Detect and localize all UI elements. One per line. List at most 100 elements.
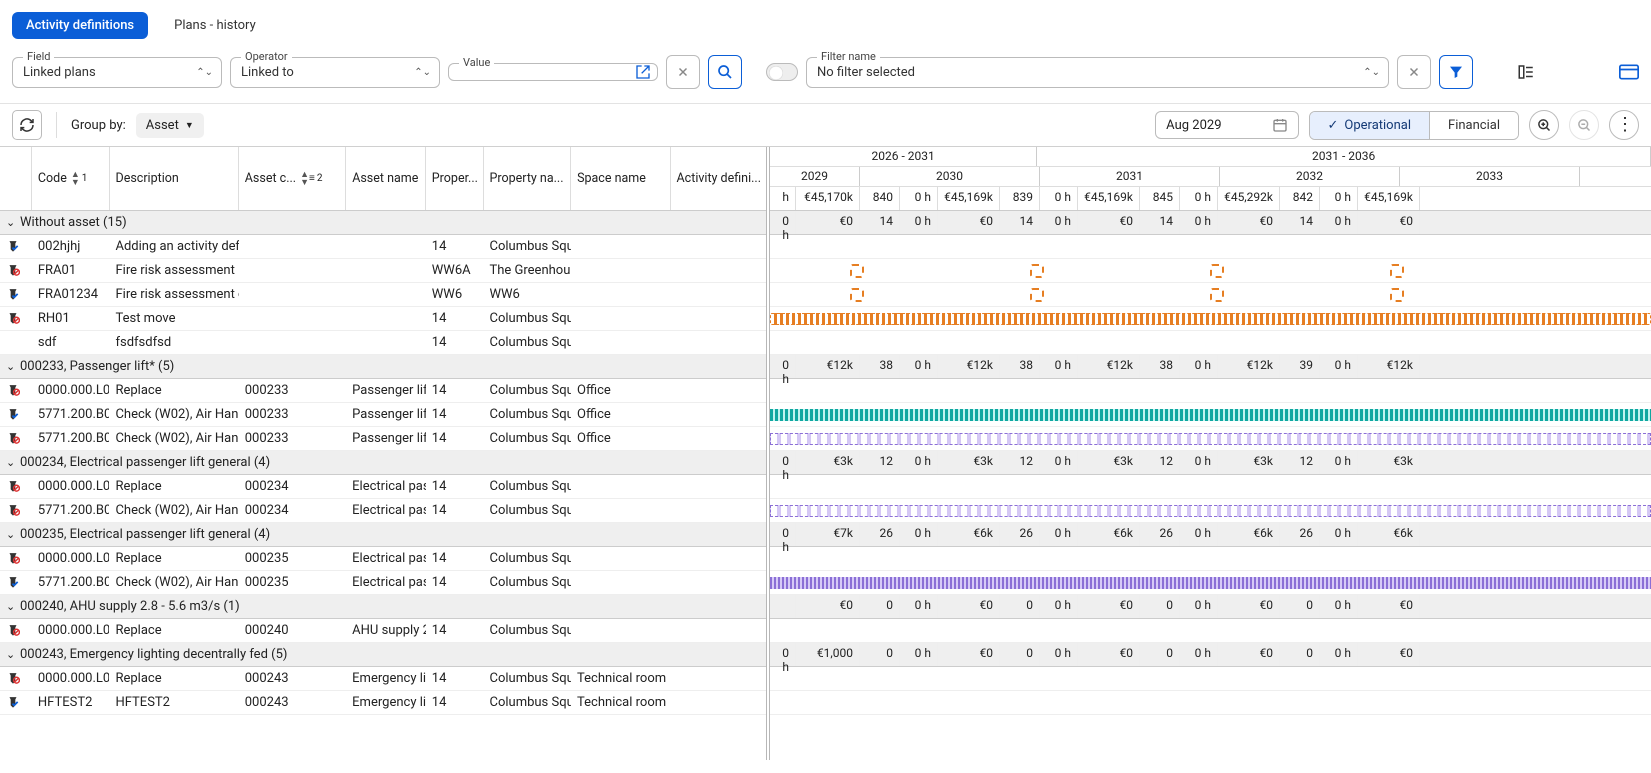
cell — [346, 331, 426, 354]
table-row[interactable]: 5771.200.B02Check (W02), Air Handli00023… — [0, 403, 766, 427]
group-header[interactable]: ⌄ 000243, Emergency lighting decentrally… — [0, 643, 766, 667]
col-code[interactable]: Code ▲▼1 — [32, 147, 110, 210]
summary-cell: €3k — [796, 451, 860, 474]
col-activity-definition[interactable]: Activity defini... — [671, 147, 766, 210]
zoom-in-button[interactable] — [1529, 110, 1559, 140]
table-row[interactable]: 5771.200.B02Check (W02), Air Handli00023… — [0, 427, 766, 451]
filter-operator-select[interactable]: Operator Linked to ⌃⌄ — [230, 57, 440, 88]
summary-cell: 0 h — [1180, 523, 1218, 546]
saved-filter-select[interactable]: Filter name No filter selected ⌃⌄ — [806, 57, 1389, 88]
group-header[interactable]: ⌄ 000233, Passenger lift* (5) — [0, 355, 766, 379]
col-asset-name[interactable]: Asset name — [346, 147, 426, 210]
year-header[interactable]: 2031 — [1040, 167, 1220, 186]
table-row[interactable]: 002hjhjAdding an activity defin14Columbu… — [0, 235, 766, 259]
year-header[interactable]: 2029 — [770, 167, 860, 186]
table-row[interactable]: 0000.000.L0Replace000243Emergency lig14C… — [0, 667, 766, 691]
summary-cell: €0 — [1078, 595, 1140, 618]
filter-value-label: Value — [459, 56, 494, 69]
cell — [571, 547, 670, 570]
total-cell: 0 h — [1320, 187, 1358, 210]
summary-cell: 14 — [860, 211, 900, 234]
tab-plans-history[interactable]: Plans - history — [160, 12, 270, 39]
refresh-button[interactable] — [12, 110, 42, 140]
external-link-icon[interactable] — [629, 64, 657, 80]
table-row[interactable]: RH01Test move14Columbus Squa — [0, 307, 766, 331]
cell: Adding an activity defin — [109, 235, 238, 258]
cell: Columbus Squa — [483, 331, 571, 354]
clear-filter-button[interactable] — [666, 55, 700, 89]
table-row[interactable]: FRA01234Fire risk assessment onWW6WW6 — [0, 283, 766, 307]
table-row[interactable]: 0000.000.L0Replace000235Electrical pass1… — [0, 547, 766, 571]
total-cell: €45,292k — [1218, 187, 1280, 210]
status-icon — [0, 235, 32, 258]
cell: Electrical pass — [346, 571, 426, 594]
summary-cell: 0 h — [1180, 595, 1218, 618]
cell: Emergency lig — [346, 667, 426, 690]
more-menu-button[interactable]: ⋮ — [1609, 110, 1639, 140]
col-description[interactable]: Description — [110, 147, 239, 210]
col-space-name[interactable]: Space name — [571, 147, 670, 210]
table-row[interactable]: FRA01Fire risk assessmentWW6AThe Greenho… — [0, 259, 766, 283]
summary-cell: 0 h — [1320, 451, 1358, 474]
group-header[interactable]: ⌄ 000240, AHU supply 2.8 - 5.6 m3/s (1) — [0, 595, 766, 619]
cell: Columbus Squa — [483, 499, 571, 522]
date-picker[interactable]: Aug 2029 — [1155, 111, 1298, 139]
timeline-row — [770, 403, 1651, 427]
col-property-name[interactable]: Property na... — [484, 147, 572, 210]
summary-cell: 0 h — [1040, 451, 1078, 474]
summary-cell: €0 — [938, 595, 1000, 618]
summary-cell: 26 — [860, 523, 900, 546]
filter-bar: Field Linked plans ⌃⌄ Operator Linked to… — [0, 49, 1651, 103]
cell — [671, 475, 767, 498]
summary-cell: €3k — [938, 451, 1000, 474]
card-icon[interactable] — [1619, 64, 1639, 80]
layout-toggle-icon[interactable] — [1509, 55, 1543, 89]
total-cell: 842 — [1280, 187, 1320, 210]
cell: 5771.200.B02 — [32, 499, 110, 522]
year-header[interactable]: 2032 — [1220, 167, 1400, 186]
table-row[interactable]: 5771.200.B02Check (W02), Air Handli00023… — [0, 499, 766, 523]
status-icon — [0, 403, 32, 426]
filter-toggle[interactable] — [766, 63, 798, 81]
summary-cell: 39 — [1280, 355, 1320, 378]
table-row[interactable]: 0000.000.L0Replace000233Passenger lift*1… — [0, 379, 766, 403]
search-button[interactable] — [708, 55, 742, 89]
seg-operational[interactable]: ✓Operational — [1310, 112, 1430, 139]
cell: Office — [571, 403, 670, 426]
col-status[interactable] — [0, 147, 32, 210]
status-icon — [0, 283, 32, 306]
group-header[interactable]: ⌄ Without asset (15) — [0, 211, 766, 235]
filter-field-select[interactable]: Field Linked plans ⌃⌄ — [12, 57, 222, 88]
year-header[interactable]: 2033 — [1400, 167, 1580, 186]
table-row[interactable]: 0000.000.L0Replace000240AHU supply 2.14C… — [0, 619, 766, 643]
table-row[interactable]: HFTEST2HFTEST2000243Emergency lig14Colum… — [0, 691, 766, 715]
table-row[interactable]: 0000.000.L0Replace000234Electrical pass1… — [0, 475, 766, 499]
year-header[interactable]: 2030 — [860, 167, 1040, 186]
year-range-header: 2026 - 2031 — [770, 147, 1037, 166]
filter-value-input[interactable]: Value — [448, 63, 658, 81]
filter-field-label: Field — [23, 50, 54, 63]
summary-cell: 0 h — [1320, 595, 1358, 618]
clear-saved-filter-button[interactable] — [1397, 55, 1431, 89]
summary-cell: 0 — [1280, 595, 1320, 618]
col-property[interactable]: Proper... — [426, 147, 484, 210]
tab-activity-definitions[interactable]: Activity definitions — [12, 12, 148, 39]
cell: AHU supply 2. — [346, 619, 426, 642]
cell: 0000.000.L0 — [32, 547, 110, 570]
cell — [571, 307, 670, 330]
cell — [239, 307, 346, 330]
table-row[interactable]: 5771.200.B02Check (W02), Air Handli00023… — [0, 571, 766, 595]
col-asset-code[interactable]: Asset c... ▲▼ ≡2 — [239, 147, 346, 210]
group-header[interactable]: ⌄ 000235, Electrical passenger lift gene… — [0, 523, 766, 547]
summary-cell: 0 h — [900, 211, 938, 234]
timeline-row — [770, 691, 1651, 715]
seg-financial[interactable]: Financial — [1429, 112, 1518, 139]
timeline-row — [770, 259, 1651, 283]
group-header[interactable]: ⌄ 000234, Electrical passenger lift gene… — [0, 451, 766, 475]
group-by-select[interactable]: Asset ▼ — [136, 113, 204, 138]
table-row[interactable]: sdffsdfsdfsd14Columbus Squa — [0, 331, 766, 355]
cell: 002hjhj — [32, 235, 110, 258]
chevron-down-icon: ⌄ — [6, 216, 20, 229]
summary-cell: 0 h — [900, 451, 938, 474]
filter-funnel-button[interactable] — [1439, 55, 1473, 89]
